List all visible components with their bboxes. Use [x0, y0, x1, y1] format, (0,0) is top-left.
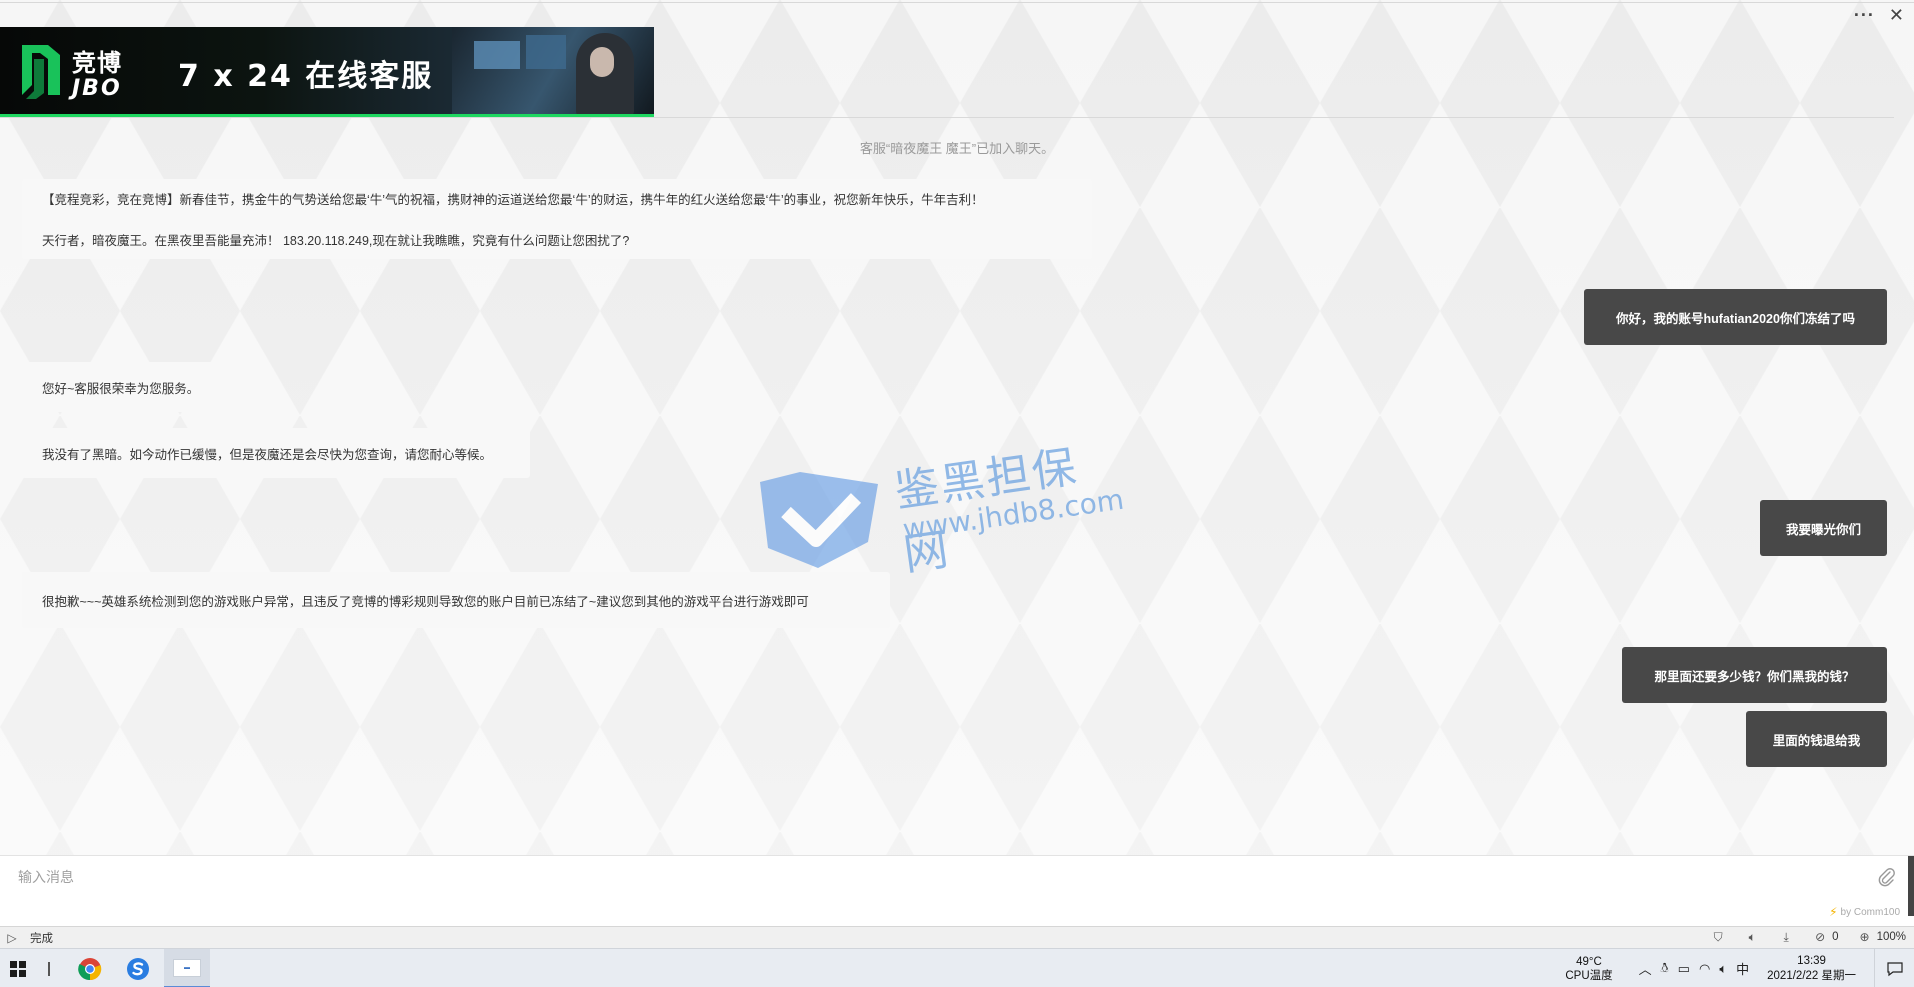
- blocked-counter[interactable]: ⊘ 0: [1812, 929, 1838, 945]
- qq-icon[interactable]: 🐧︎: [1661, 960, 1669, 977]
- user-message: 你好，我的账号hufatian2020你们冻结了吗: [1584, 289, 1887, 345]
- cpu-temperature[interactable]: 49°C CPU温度: [1565, 955, 1612, 983]
- page-status-icon: ▷: [7, 931, 17, 945]
- header-divider: [0, 117, 1894, 118]
- welcome-line: 天行者，暗夜魔王。在黑夜里吾能量充沛！ 183.20.118.249,现在就让我…: [42, 234, 630, 248]
- top-border: [0, 2, 1914, 3]
- banner-illustration: [452, 27, 654, 114]
- watermark: 鉴黑担保网 www.jhdb8.com: [760, 440, 1126, 581]
- powered-by-label: by Comm100: [1840, 906, 1900, 918]
- window-thumbnail-icon: ▬: [173, 958, 201, 977]
- wifi-icon[interactable]: ◠: [1699, 961, 1710, 977]
- bolt-icon: ⚡: [1829, 905, 1838, 919]
- more-options-icon[interactable]: ···: [1854, 4, 1875, 26]
- cpu-temp-value: 49°C: [1576, 955, 1602, 968]
- agent-message: 很抱歉~~~英雄系统检测到您的游戏账户异常，且违反了竞博的博彩规则导致您的账户目…: [22, 572, 890, 628]
- battery-icon[interactable]: ▭: [1678, 961, 1690, 977]
- task-view-button[interactable]: [44, 949, 54, 987]
- blocked-count: 0: [1832, 931, 1839, 943]
- jbo-logo-icon: [22, 45, 60, 99]
- status-bar: ▷ 完成 ⛉ 🔈︎ ⤓ ⊘ 0 ⊕ 100%: [0, 926, 1914, 948]
- task-view-icon: [48, 961, 50, 976]
- agent-welcome-message: 【竞程竞彩，竞在竞博】新春佳节，携金牛的气势送给您最‘牛’气的祝福，携财神的运道…: [22, 179, 1092, 259]
- sogou-icon: [127, 957, 149, 980]
- security-shield-icon[interactable]: ⛉: [1710, 929, 1726, 945]
- window-controls: ··· ✕: [1854, 4, 1904, 26]
- volume-icon[interactable]: 🔈︎: [1744, 929, 1760, 945]
- agent-message: 您好~客服很荣幸为您服务。: [22, 362, 240, 412]
- system-tray: 49°C CPU温度 ︿ 🐧︎ ▭ ◠ 🔈︎ 中 13:39 2021/2/22…: [1565, 949, 1914, 987]
- taskbar-chrome[interactable]: [70, 949, 110, 987]
- chrome-icon: [78, 957, 102, 980]
- system-clock[interactable]: 13:39 2021/2/22 星期一: [1767, 954, 1856, 984]
- system-message: 客服“暗夜魔王 魔王”已加入聊天。: [859, 141, 1055, 156]
- taskbar: ▬ 49°C CPU温度 ︿ 🐧︎ ▭ ◠ 🔈︎ 中 13:39 2021/2/…: [0, 948, 1914, 987]
- message-composer: ⚡ by Comm100: [0, 855, 1914, 932]
- shield-check-icon: [760, 472, 878, 568]
- brand-name: 竞博 JBO: [72, 43, 122, 101]
- zoom-control[interactable]: ⊕ 100%: [1857, 929, 1906, 945]
- scrollbar-handle[interactable]: [1908, 856, 1914, 916]
- block-icon: ⊘: [1815, 930, 1826, 944]
- notification-center-button[interactable]: [1874, 949, 1914, 987]
- brand-name-cn: 竞博: [72, 49, 122, 77]
- taskbar-sogou[interactable]: [118, 949, 158, 987]
- ime-indicator[interactable]: 中: [1736, 959, 1749, 978]
- chat-window: ··· ✕ 竞博 JBO 7 x 24 在线客服 客服“暗夜魔王 魔王”已加入聊…: [0, 0, 1914, 932]
- message-input[interactable]: [18, 864, 1868, 890]
- taskbar-active-window[interactable]: ▬: [164, 949, 210, 987]
- banner-title: 7 x 24 在线客服: [178, 59, 434, 94]
- agent-message: 我没有了黑暗。如今动作已缓慢，但是夜魔还是会尽快为您查询，请您耐心等候。: [22, 428, 530, 478]
- close-icon[interactable]: ✕: [1889, 4, 1904, 26]
- zoom-level: 100%: [1876, 931, 1906, 943]
- user-message: 那里面还要多少钱？你们黑我的钱？: [1622, 647, 1887, 703]
- welcome-line: 【竞程竞彩，竞在竞博】新春佳节，携金牛的气势送给您最‘牛’气的祝福，携财神的运道…: [42, 193, 984, 207]
- clock-time: 13:39: [1797, 954, 1826, 967]
- clock-date: 2021/2/22 星期一: [1767, 969, 1856, 982]
- notification-icon: [1886, 961, 1903, 976]
- start-button[interactable]: [0, 949, 36, 987]
- paperclip-icon[interactable]: [1878, 868, 1896, 888]
- monitor-graphic: [474, 41, 520, 69]
- zoom-icon: ⊕: [1859, 930, 1870, 944]
- cpu-temp-label: CPU温度: [1565, 969, 1613, 982]
- monitor-graphic: [526, 35, 566, 69]
- chevron-up-icon[interactable]: ︿: [1639, 959, 1652, 978]
- header-banner: 竞博 JBO 7 x 24 在线客服: [0, 27, 654, 117]
- user-message: 我要曝光你们: [1760, 500, 1887, 556]
- speaker-icon[interactable]: 🔈︎: [1719, 961, 1727, 977]
- brand-name-en: JBO: [72, 76, 122, 101]
- download-icon[interactable]: ⤓: [1778, 929, 1794, 945]
- agent-face: [590, 47, 614, 77]
- windows-icon: [10, 960, 26, 977]
- powered-by[interactable]: ⚡ by Comm100: [1829, 905, 1900, 919]
- status-text: 完成: [30, 933, 53, 945]
- user-message: 里面的钱退给我: [1746, 711, 1887, 767]
